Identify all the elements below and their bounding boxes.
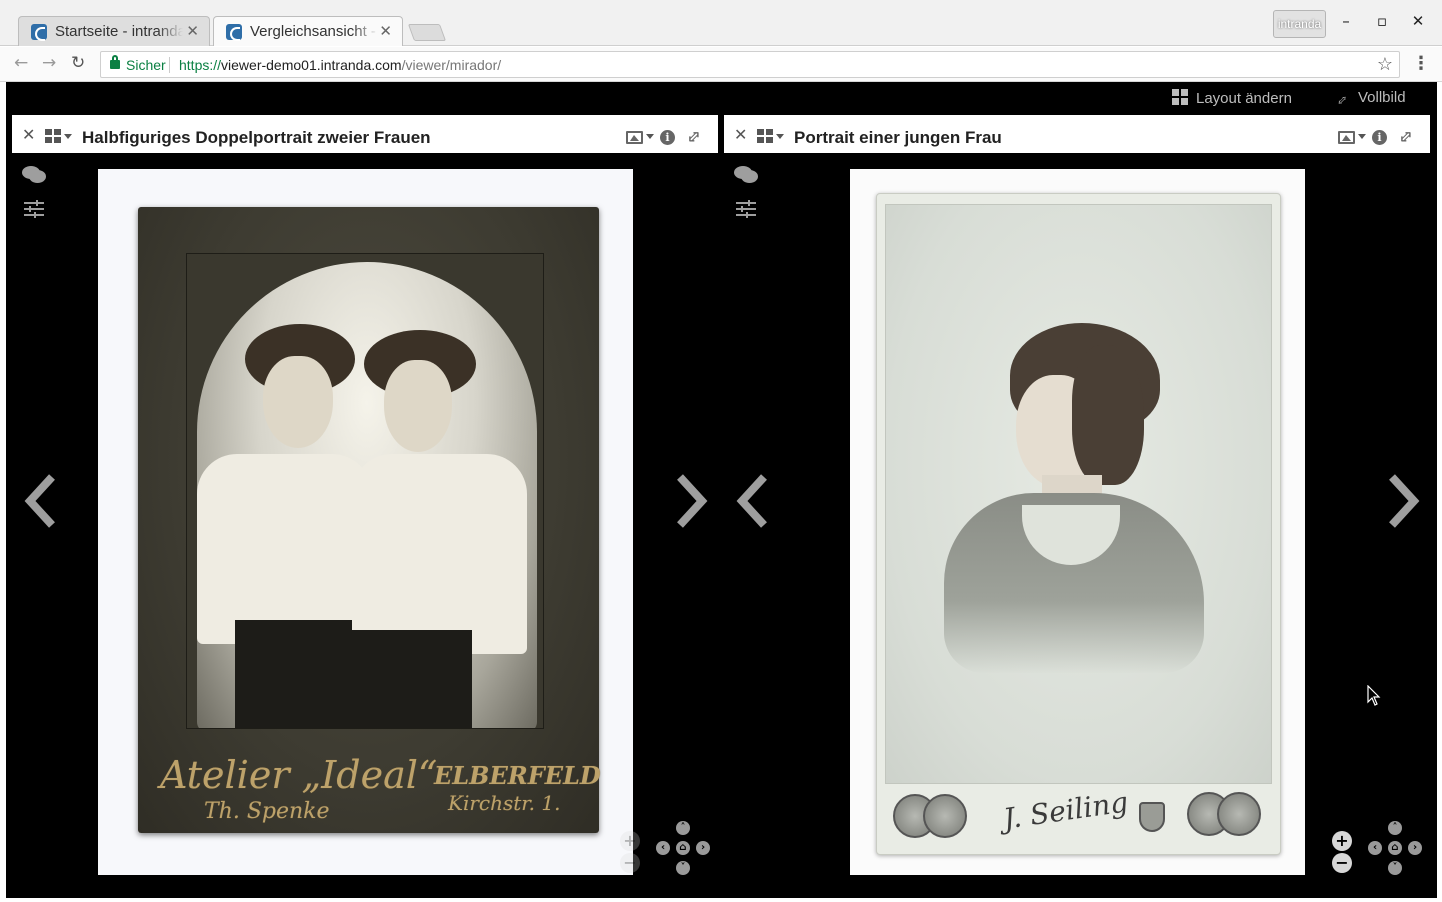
medal-icon — [1217, 792, 1261, 836]
bookmark-star-icon[interactable]: ☆ — [1377, 54, 1393, 75]
tab-vergleichsansicht[interactable]: Vergleichsansicht - intranda ✕ — [213, 16, 403, 46]
reload-icon[interactable]: ↻ — [71, 53, 85, 73]
lock-icon — [110, 55, 120, 69]
photo-print — [885, 204, 1272, 784]
tab-close-icon[interactable]: ✕ — [186, 22, 199, 40]
window-fullscreen-icon[interactable]: ⇔ — [682, 125, 706, 149]
pan-down-icon[interactable]: ˅ — [1388, 861, 1402, 875]
tab-close-icon[interactable]: ✕ — [379, 22, 392, 40]
photographer-lettering: Th. Spenke — [204, 799, 330, 824]
new-tab-button[interactable] — [407, 24, 447, 41]
zoom-out-icon[interactable]: − — [1332, 853, 1352, 873]
home-icon[interactable]: ⌂ — [676, 841, 690, 855]
window-layout-icon[interactable] — [45, 129, 61, 143]
intranda-favicon-icon — [31, 24, 47, 41]
photo-print — [186, 253, 544, 729]
close-window-icon[interactable]: ✕ — [22, 125, 35, 144]
mirador-viewer: Layout ändern ⇔ Vollbild ✕ Halbfiguriges … — [6, 82, 1437, 898]
info-icon[interactable]: i — [1372, 130, 1387, 145]
window-header: ✕ Portrait einer jungen Frau i ⇔ — [724, 115, 1430, 153]
zoom-in-icon[interactable]: + — [620, 831, 640, 851]
pan-right-icon[interactable]: › — [696, 841, 710, 855]
window-layout-icon[interactable] — [757, 129, 773, 143]
medal-icon — [923, 794, 967, 838]
pan-down-icon[interactable]: ˅ — [676, 861, 690, 875]
next-page-icon[interactable] — [1386, 473, 1422, 529]
fullscreen-button[interactable]: ⇔ Vollbild — [1330, 88, 1406, 111]
image-adjust-icon[interactable] — [24, 200, 44, 218]
address-bar[interactable]: Sicher https://viewer-demo01.intranda.co… — [100, 51, 1400, 78]
url-path: /viewer/mirador/ — [401, 57, 502, 73]
close-window-icon[interactable]: ✕ — [734, 125, 747, 144]
window-title: Halbfiguriges Doppelportrait zweier Frau… — [82, 128, 431, 147]
window-header: ✕ Halbfiguriges Doppelportrait zweier Fr… — [12, 115, 718, 153]
chevron-down-icon[interactable] — [64, 134, 72, 139]
url-text[interactable]: https://viewer-demo01.intranda.com/viewe… — [179, 57, 501, 73]
cabinet-card: J. Seiling — [876, 193, 1281, 855]
pan-left-icon[interactable]: ‹ — [1368, 841, 1382, 855]
zoom-out-icon[interactable]: − — [620, 853, 640, 873]
tab-title: Vergleichsansicht - intranda — [250, 23, 378, 40]
image-view-icon[interactable] — [626, 131, 643, 144]
viewer-window-1: ✕ Halbfiguriges Doppelportrait zweier Fr… — [12, 115, 718, 890]
separator — [169, 57, 170, 73]
expand-icon: ⇔ — [1329, 87, 1354, 112]
image-adjust-icon[interactable] — [736, 200, 756, 218]
pan-right-icon[interactable]: › — [1408, 841, 1422, 855]
home-icon[interactable]: ⌂ — [1388, 841, 1402, 855]
window-fullscreen-icon[interactable]: ⇔ — [1394, 125, 1418, 149]
pan-up-icon[interactable]: ˄ — [676, 821, 690, 835]
annotations-icon[interactable] — [734, 166, 758, 184]
window-title: Portrait einer jungen Frau — [794, 128, 1002, 147]
chevron-down-icon[interactable] — [776, 134, 784, 139]
card-imprint: J. Seiling — [877, 784, 1280, 854]
minimize-icon[interactable]: – — [1336, 12, 1356, 30]
security-label[interactable]: Sicher — [126, 57, 166, 73]
photograph-image: J. Seiling — [850, 169, 1305, 875]
back-arrow-icon[interactable]: ← — [14, 53, 28, 73]
url-host: viewer-demo01.intranda.com — [221, 57, 402, 73]
image-canvas[interactable]: J. Seiling + − ˄ ‹ ⌂ › ˅ — [724, 153, 1430, 890]
browser-menu-icon[interactable]: ⋮ — [1412, 53, 1430, 74]
address-lettering: Kirchstr. 1. — [448, 791, 561, 815]
zoom-in-icon[interactable]: + — [1332, 831, 1352, 851]
change-layout-button[interactable]: Layout ändern — [1172, 89, 1292, 107]
pan-up-icon[interactable]: ˄ — [1388, 821, 1402, 835]
viewer-window-2: ✕ Portrait einer jungen Frau i ⇔ J. Seil… — [724, 115, 1430, 890]
pan-left-icon[interactable]: ‹ — [656, 841, 670, 855]
tab-startseite[interactable]: Startseite - intranda ✕ — [18, 16, 210, 46]
image-canvas[interactable]: Atelier „Ideal“ ELBERFELD Th. Spenke Kir… — [12, 153, 718, 890]
mirador-topbar: Layout ändern ⇔ Vollbild — [6, 82, 1437, 115]
city-lettering: ELBERFELD — [434, 761, 601, 790]
browser-titlebar: Startseite - intranda ✕ Vergleichsansich… — [0, 0, 1442, 46]
previous-page-icon[interactable] — [734, 473, 770, 529]
image-view-icon[interactable] — [1338, 131, 1355, 144]
crest-icon — [1139, 802, 1165, 832]
studio-lettering: Atelier „Ideal“ — [160, 753, 438, 797]
fullscreen-label: Vollbild — [1358, 89, 1406, 106]
change-layout-label: Layout ändern — [1196, 90, 1292, 107]
browser-toolbar: ← → ↻ Sicher https://viewer-demo01.intra… — [0, 47, 1442, 82]
forward-arrow-icon[interactable]: → — [42, 53, 56, 73]
intranda-favicon-icon — [226, 24, 242, 41]
next-page-icon[interactable] — [674, 473, 710, 529]
profile-button[interactable]: intranda — [1273, 10, 1326, 38]
maximize-icon[interactable]: ▫ — [1372, 12, 1392, 30]
grid-icon — [1172, 89, 1188, 105]
photographer-signature: J. Seiling — [1001, 785, 1131, 836]
tab-title: Startseite - intranda — [55, 23, 183, 40]
annotations-icon[interactable] — [22, 166, 46, 184]
url-scheme: https:// — [179, 57, 222, 73]
info-icon[interactable]: i — [660, 130, 675, 145]
chevron-down-icon[interactable] — [646, 134, 654, 139]
previous-page-icon[interactable] — [22, 473, 58, 529]
photograph-image: Atelier „Ideal“ ELBERFELD Th. Spenke Kir… — [98, 169, 633, 875]
chevron-down-icon[interactable] — [1358, 134, 1366, 139]
mouse-cursor-icon — [1367, 685, 1381, 706]
window-close-icon[interactable]: ✕ — [1408, 12, 1428, 30]
cabinet-card: Atelier „Ideal“ ELBERFELD Th. Spenke Kir… — [138, 207, 601, 833]
